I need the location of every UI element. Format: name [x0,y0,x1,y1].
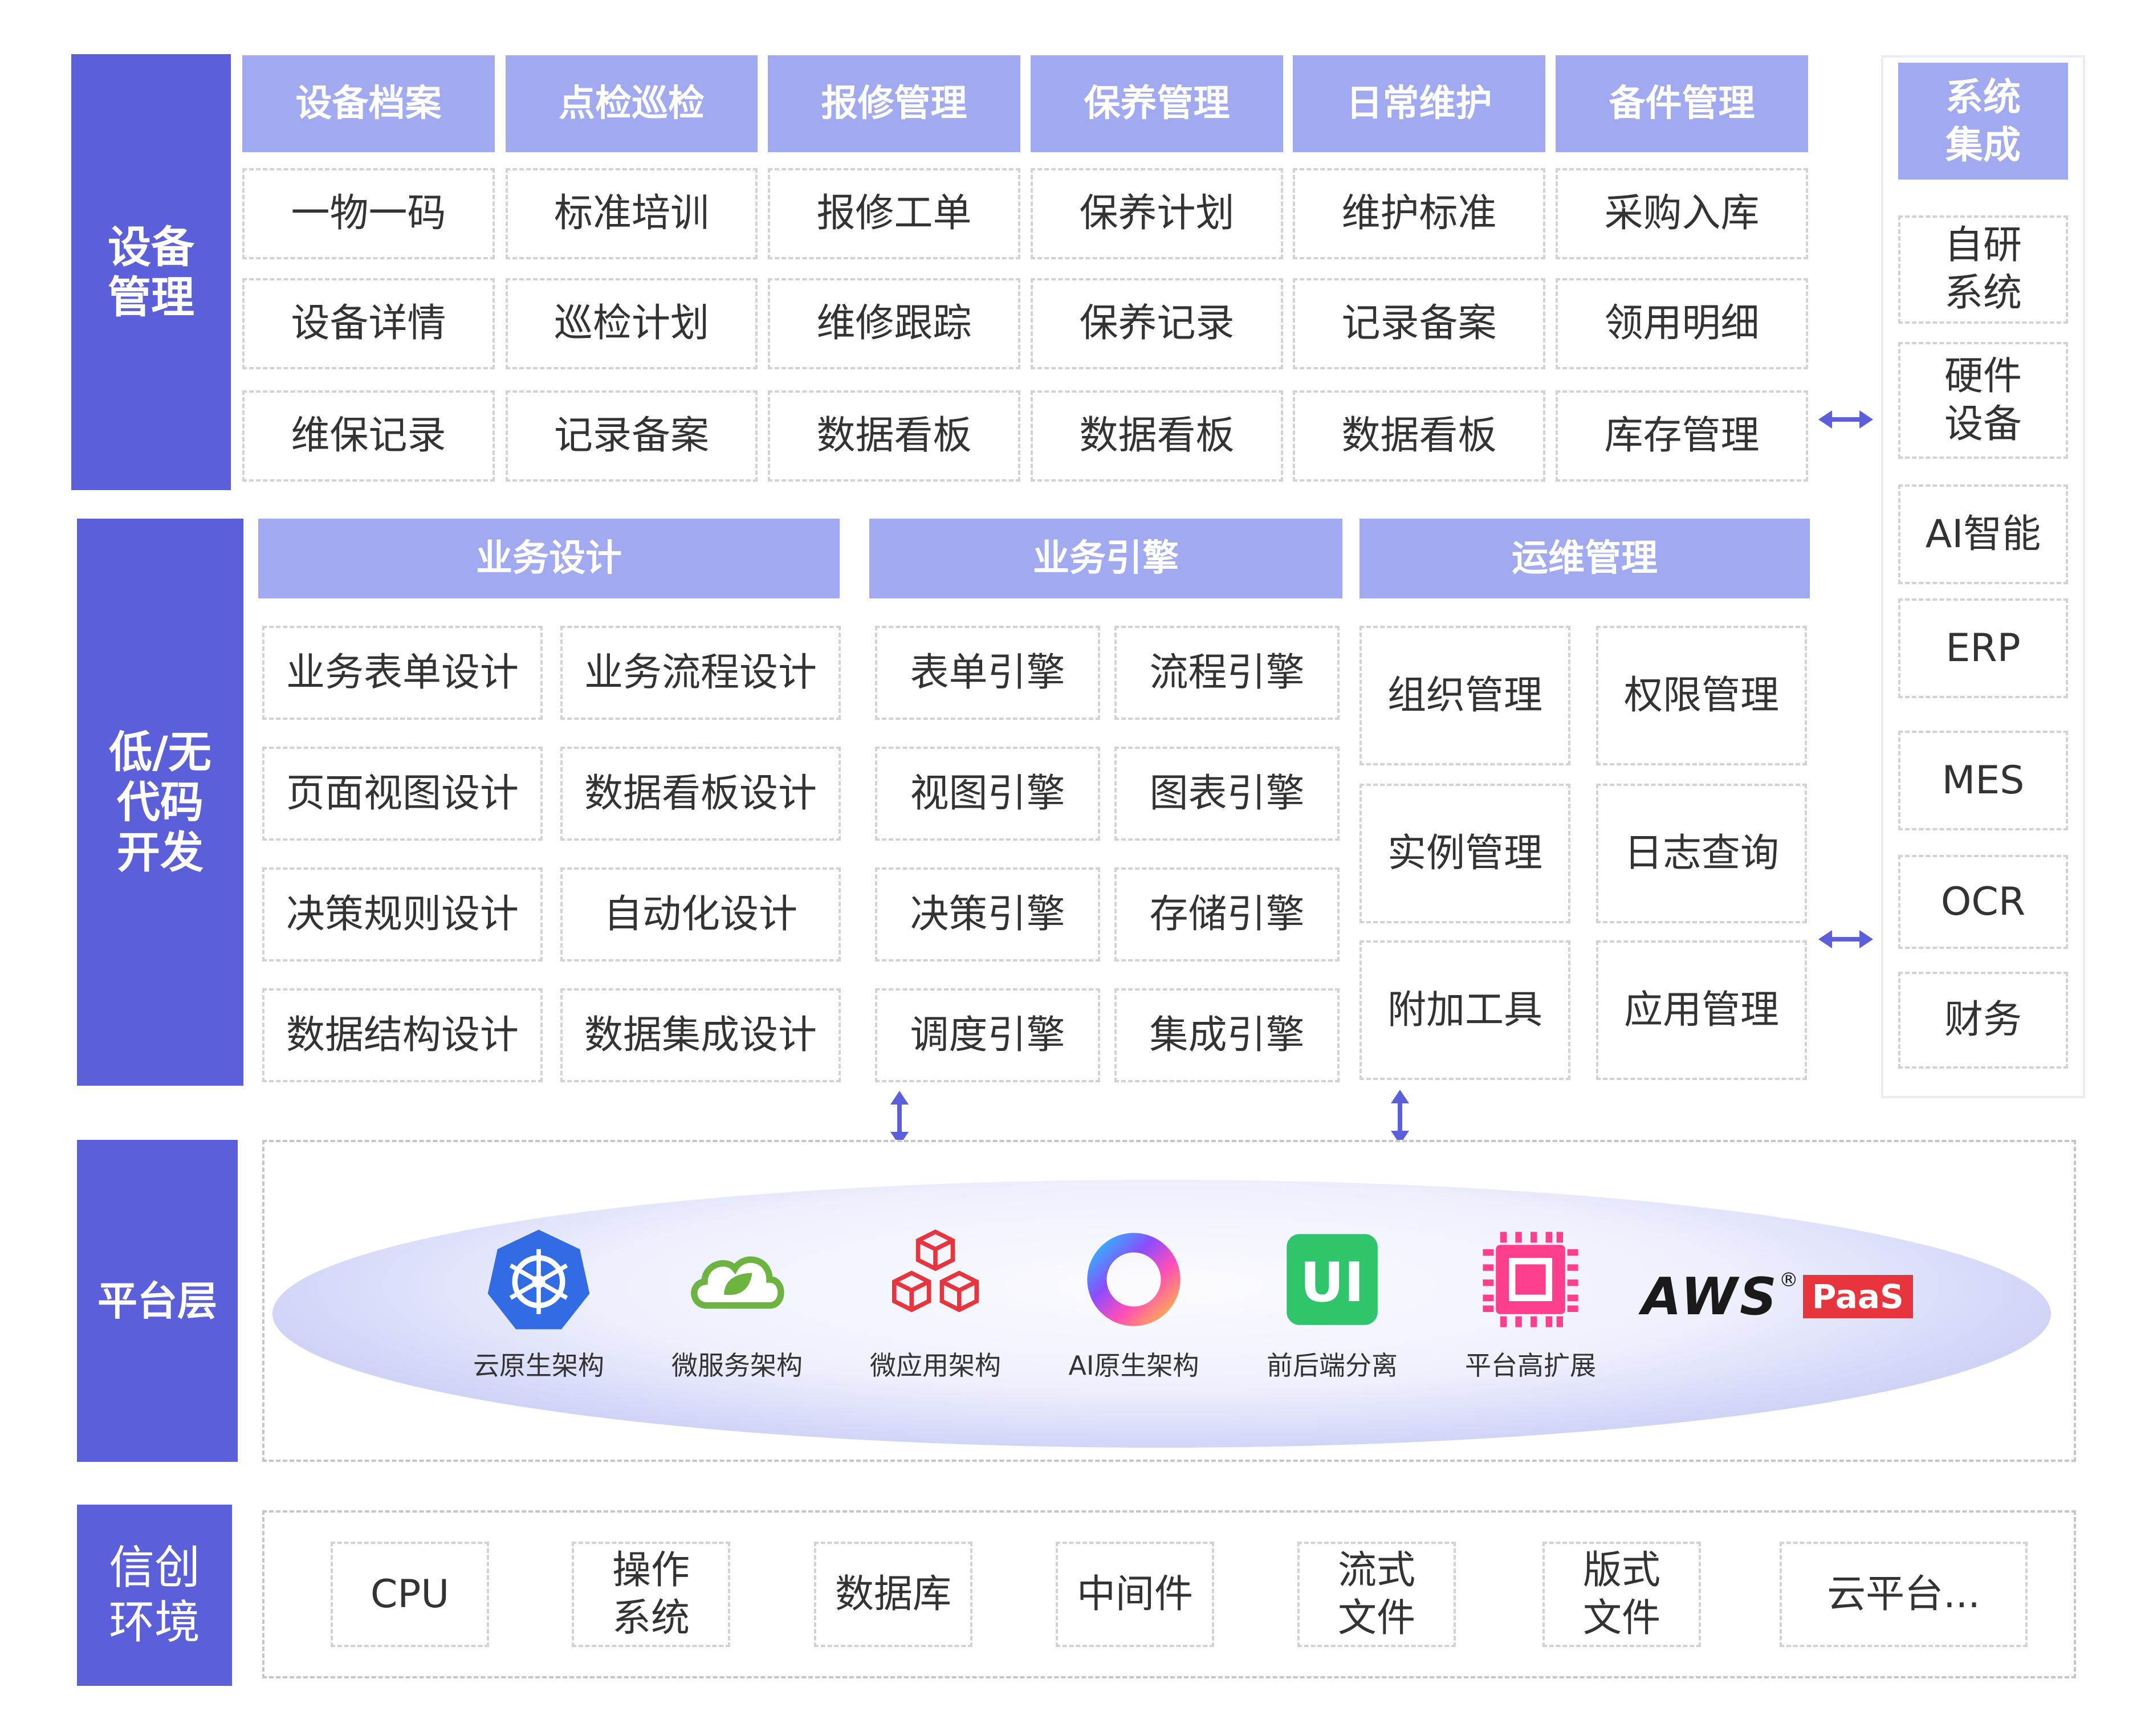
ops-cell: 实例管理 [1360,784,1570,923]
design-cell: 数据结构设计 [262,988,543,1082]
cubes-icon [892,1229,979,1313]
design-cell: 数据看板设计 [560,747,841,841]
bidirectional-arrow-icon [1818,930,1873,948]
ops-cell: 附加工具 [1360,940,1570,1080]
logo-registered: ® [1778,1269,1798,1291]
platform-item: 微应用架构 [861,1225,1010,1383]
equipment-cell: 记录备案 [506,390,758,482]
aws-paas-logo: AWS ® PaaS [1642,1265,1915,1328]
system-item: OCR [1898,855,2068,949]
system-item: ERP [1898,598,2068,698]
equipment-cell: 报修工单 [768,168,1020,259]
engine-cell: 视图引擎 [875,747,1100,841]
header-business-design: 业务设计 [258,519,840,598]
equipment-cell: 维修跟踪 [768,278,1020,369]
equipment-cell: 数据看板 [1293,390,1545,482]
platform-item: 云原生架构 [465,1225,613,1383]
equipment-cell: 设备详情 [242,278,495,369]
engine-cell: 存储引擎 [1114,867,1340,961]
ops-cell: 权限管理 [1596,626,1807,765]
ops-cell: 组织管理 [1360,626,1570,765]
xinchuang-side-label: 信创 环境 [77,1505,232,1686]
xinchuang-item: 云平台... [1780,1542,2028,1647]
header-repair: 报修管理 [768,55,1020,152]
design-cell: 业务流程设计 [560,626,841,720]
lowcode-side-label: 低/无 代码 开发 [77,519,243,1086]
design-cell: 数据集成设计 [560,988,841,1082]
platform-item: AI原生架构 [1060,1225,1208,1383]
ops-cell: 日志查询 [1596,784,1807,923]
engine-cell: 集成引擎 [1114,988,1340,1082]
platform-item-label: 前后端分离 [1267,1350,1398,1381]
kubernetes-icon [487,1229,590,1330]
platform-item-label: 平台高扩展 [1465,1350,1596,1381]
header-inspection: 点检巡检 [506,55,758,152]
equipment-cell: 记录备案 [1293,278,1545,369]
equipment-cell: 领用明细 [1556,278,1808,369]
equipment-cell: 标准培训 [506,168,758,259]
equipment-cell: 维保记录 [242,390,495,482]
chip-icon [1483,1232,1578,1327]
bidirectional-arrow-icon [1818,410,1873,429]
system-item: 财务 [1898,972,2068,1069]
platform-item: 平台高扩展 [1456,1225,1605,1383]
header-equipment-archive: 设备档案 [242,55,495,152]
system-integration-header: 系统 集成 [1898,63,2068,180]
xinchuang-item: 版式 文件 [1542,1542,1701,1647]
equipment-cell: 数据看板 [768,390,1020,482]
header-daily-upkeep: 日常维护 [1293,55,1545,152]
engine-cell: 表单引擎 [875,626,1100,720]
equipment-cell: 巡检计划 [506,278,758,369]
equipment-cell: 保养计划 [1031,168,1283,259]
system-item: MES [1898,731,2068,830]
equipment-cell: 维护标准 [1293,168,1545,259]
design-cell: 页面视图设计 [262,747,543,841]
logo-brand: AWS [1642,1266,1779,1327]
ai-ring-icon [1087,1233,1181,1326]
xinchuang-item: CPU [331,1542,489,1647]
xinchuang-item: 中间件 [1056,1542,1214,1647]
ops-cell: 应用管理 [1596,940,1807,1080]
xinchuang-item: 流式 文件 [1297,1542,1456,1647]
svg-text:UI: UI [1300,1252,1365,1314]
engine-cell: 图表引擎 [1114,747,1340,841]
equipment-cell: 库存管理 [1556,390,1808,482]
equipment-cell: 保养记录 [1031,278,1283,369]
platform-item-label: AI原生架构 [1068,1350,1199,1381]
platform-item: UI 前后端分离 [1258,1225,1406,1383]
equipment-cell: 数据看板 [1031,390,1283,482]
engine-cell: 决策引擎 [875,867,1100,961]
engine-cell: 调度引擎 [875,988,1100,1082]
vertical-bidirectional-arrow-icon [890,1091,909,1146]
platform-item-label: 微服务架构 [671,1350,803,1381]
logo-badge: PaaS [1802,1275,1913,1318]
equipment-side-label: 设备 管理 [71,54,231,490]
spring-cloud-icon [691,1256,784,1309]
platform-item: 微服务架构 [663,1225,811,1383]
system-item: AI智能 [1898,484,2068,584]
header-ops-management: 运维管理 [1360,519,1810,598]
header-maintenance: 保养管理 [1031,55,1283,152]
equipment-cell: 采购入库 [1556,168,1808,259]
vertical-bidirectional-arrow-icon [1391,1090,1409,1144]
design-cell: 自动化设计 [560,867,841,961]
engine-cell: 流程引擎 [1114,626,1340,720]
xinchuang-item: 操作 系统 [572,1542,730,1647]
xinchuang-item: 数据库 [814,1542,972,1647]
ui-icon: UI [1287,1234,1378,1325]
header-spare-parts: 备件管理 [1556,55,1808,152]
design-cell: 业务表单设计 [262,626,543,720]
platform-side-label: 平台层 [77,1140,238,1462]
equipment-cell: 一物一码 [242,168,495,259]
header-business-engine: 业务引擎 [869,519,1342,598]
system-item: 自研 系统 [1898,215,2068,324]
platform-item-label: 微应用架构 [870,1350,1001,1381]
platform-item-label: 云原生架构 [473,1350,604,1381]
design-cell: 决策规则设计 [262,867,543,961]
system-item: 硬件 设备 [1898,342,2068,459]
